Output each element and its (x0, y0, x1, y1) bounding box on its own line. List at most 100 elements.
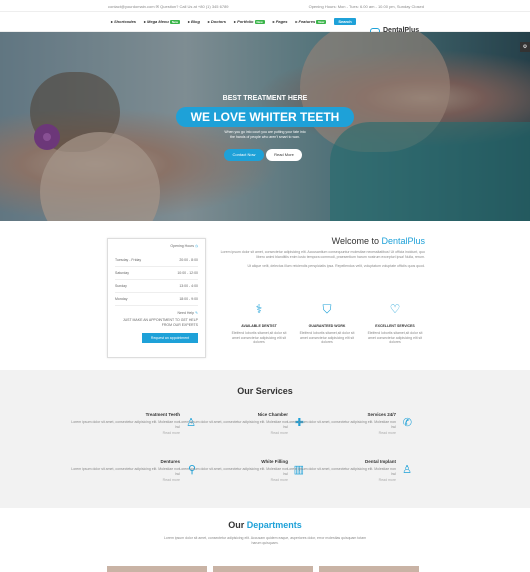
features-row: ⚕ AVAILABLE DENTIST Eleifend lobortis si… (228, 302, 426, 345)
departments-title: Our Departments (0, 520, 530, 530)
welcome-section: Welcome to DentalPlus Lorem ipsum dolor … (215, 236, 425, 268)
feature-desc: Eleifend lobortis sitamet,sit dolor sit … (231, 331, 287, 344)
feature-excellent-services: ♡ EXCELLENT SERVICES Eleifend lobortis s… (364, 302, 426, 345)
hours-day: Tuesday - Friday (115, 258, 142, 262)
tooth-icon: ♙ (402, 464, 412, 476)
help-message: JUST MAKE AN APPOINTMENT TO GET HELP FRO… (122, 318, 198, 327)
nav-item-blog[interactable]: ▸ Blog (188, 18, 200, 25)
feature-title: EXCELLENT SERVICES (375, 324, 415, 328)
hours-row: Saturday 10:00 - 12:00 (115, 267, 198, 280)
read-more-link[interactable]: Read more (286, 431, 396, 435)
hours-time: 20:00 - 8:00 (179, 258, 198, 262)
nav-item-shortcodes[interactable]: ▸ Shortcodes (111, 18, 136, 25)
hours-day: Sunday (115, 284, 127, 288)
call-text: Question? Call Us at +80 (1) 345 6789 (160, 4, 229, 9)
welcome-paragraph: Lorem ipsum dolor sit amet, consectetur … (220, 250, 425, 259)
clock-icon: ◷ (194, 244, 198, 248)
read-more-link[interactable]: Read more (70, 431, 180, 435)
welcome-paragraph: Ut alique velit, delectus illum reiciend… (247, 263, 425, 268)
department-thumb[interactable] (213, 566, 313, 572)
nav-item-doctors[interactable]: ▸ Doctors (208, 18, 226, 25)
hero-subtitle: When you go into court you are putting y… (0, 130, 530, 140)
new-badge: New (169, 19, 180, 24)
service-title: Treatment Teeth (145, 412, 180, 417)
service-dentures[interactable]: Dentures Lorem ipsum dolor sit amet, con… (70, 459, 196, 482)
request-appointment-button[interactable]: Request an appointment (142, 333, 198, 343)
read-more-link[interactable]: Read more (70, 478, 180, 482)
hours-row: Tuesday - Friday 20:00 - 8:00 (115, 254, 198, 267)
nav-item-mega-menu[interactable]: ▸ Mega Menu New (144, 18, 180, 25)
feature-title: GUARANTEED WORK (308, 324, 346, 328)
need-help: Need Help ✎ (115, 311, 198, 315)
tooth-icon: ♡ (389, 302, 401, 316)
departments-section: Our Departments Lorem ipsum dolor sit am… (0, 520, 530, 545)
new-badge: New (254, 19, 265, 24)
contact-now-button[interactable]: Contact Now (224, 149, 264, 161)
service-title: Dental Implant (364, 459, 396, 464)
hours-time: 13:00 - 4:00 (179, 284, 198, 288)
new-badge: New (316, 19, 327, 24)
shield-icon: ⛉ (322, 302, 332, 316)
main-nav: ▸ Shortcodes ▸ Mega Menu New ▸ Blog ▸ Doctors… (0, 12, 530, 38)
nav-item-features[interactable]: ▸ Features New (296, 18, 327, 25)
nav-item-portfolio[interactable]: ▸ Portfolio New (234, 18, 265, 25)
service-title: White Filling (261, 459, 288, 464)
search-button[interactable]: Search (334, 18, 356, 25)
hours-day: Saturday (115, 271, 130, 275)
service-desc: Lorem ipsum dolor sit amet, consectetur … (287, 467, 396, 476)
service-white-filling[interactable]: White Filling Lorem ipsum dolor sit amet… (178, 459, 304, 482)
services-section: Our Services Treatment Teeth Lorem ipsum… (0, 370, 530, 508)
hero-title: WE LOVE WHITER TEETH (176, 107, 354, 127)
hero-banner: BEST TREATMENT HERE WE LOVE WHITER TEETH… (0, 32, 530, 221)
top-contact: contact@yourdomain.com ✉ Question? Call … (108, 4, 229, 9)
service-desc: Lorem ipsum dolor sit amet, consectetur … (179, 420, 288, 429)
service-desc: Lorem ipsum dolor sit amet, consectetur … (71, 467, 180, 476)
departments-title-prefix: Our (228, 520, 247, 530)
need-help-text: Need Help (177, 311, 195, 315)
hours-heading: Opening Hours ◷ (115, 244, 198, 248)
welcome-title-brand: DentalPlus (381, 236, 425, 246)
edit-icon: ✎ (195, 311, 198, 315)
read-more-link[interactable]: Read more (178, 478, 288, 482)
hero-kicker: BEST TREATMENT HERE (222, 95, 308, 102)
email-text[interactable]: contact@yourdomain.com (108, 4, 155, 9)
feature-available-dentist: ⚕ AVAILABLE DENTIST Eleifend lobortis si… (228, 302, 290, 345)
services-heading: Our Services (237, 386, 293, 396)
feature-guaranteed-work: ⛉ GUARANTEED WORK Eleifend lobortis sita… (296, 302, 358, 345)
hours-time: 18:00 - 9:00 (179, 297, 198, 301)
feature-title: AVAILABLE DENTIST (241, 324, 277, 328)
nav-item-pages[interactable]: ▸ Pages (273, 18, 288, 25)
hours-time: 10:00 - 12:00 (177, 271, 198, 275)
service-desc: Lorem ipsum dolor sit amet, consectetur … (287, 420, 396, 429)
feature-desc: Eleifend lobortis sitamet,sit dolor sit … (367, 331, 423, 344)
hours-row: Monday 18:00 - 9:00 (115, 293, 198, 306)
read-more-button[interactable]: Read More (266, 149, 302, 161)
service-title: Nice Chamber (257, 412, 288, 417)
mail-icon: ✉ (155, 4, 160, 9)
hours-heading-text: Opening Hours (170, 244, 194, 248)
dental-tool-icon: ⚕ (255, 302, 263, 316)
hours-row: Sunday 13:00 - 4:00 (115, 280, 198, 293)
settings-toggle-icon[interactable]: ⚙ (520, 42, 530, 52)
read-more-link[interactable]: Read more (178, 431, 288, 435)
service-desc: Lorem ipsum dolor sit amet, consectetur … (179, 467, 288, 476)
departments-title-accent: Departments (246, 520, 302, 530)
service-treatment-teeth[interactable]: Treatment Teeth Lorem ipsum dolor sit am… (70, 412, 196, 435)
hours-day: Monday (115, 297, 128, 301)
nav-menu: ▸ Shortcodes ▸ Mega Menu New ▸ Blog ▸ Doctors… (111, 18, 356, 25)
departments-text: Lorem ipsum dolor sit amet, consectetur … (163, 536, 367, 545)
service-dental-implant[interactable]: Dental Implant Lorem ipsum dolor sit ame… (286, 459, 412, 482)
service-desc: Lorem ipsum dolor sit amet, consectetur … (71, 420, 180, 429)
opening-hours-card: Opening Hours ◷ Tuesday - Friday 20:00 - … (107, 238, 206, 358)
service-24-7[interactable]: Services 24/7 Lorem ipsum dolor sit amet… (286, 412, 412, 435)
welcome-title: Welcome to DentalPlus (215, 236, 425, 246)
department-thumb[interactable] (319, 566, 419, 572)
service-nice-chamber[interactable]: Nice Chamber Lorem ipsum dolor sit amet,… (178, 412, 304, 435)
service-title: Services 24/7 (367, 412, 396, 417)
department-thumb[interactable] (107, 566, 207, 572)
top-bar: contact@yourdomain.com ✉ Question? Call … (0, 0, 530, 12)
feature-desc: Eleifend lobortis sitamet,sit dolor sit … (299, 331, 355, 344)
department-thumbnails (107, 566, 419, 572)
service-title: Dentures (160, 459, 180, 464)
read-more-link[interactable]: Read more (286, 478, 396, 482)
